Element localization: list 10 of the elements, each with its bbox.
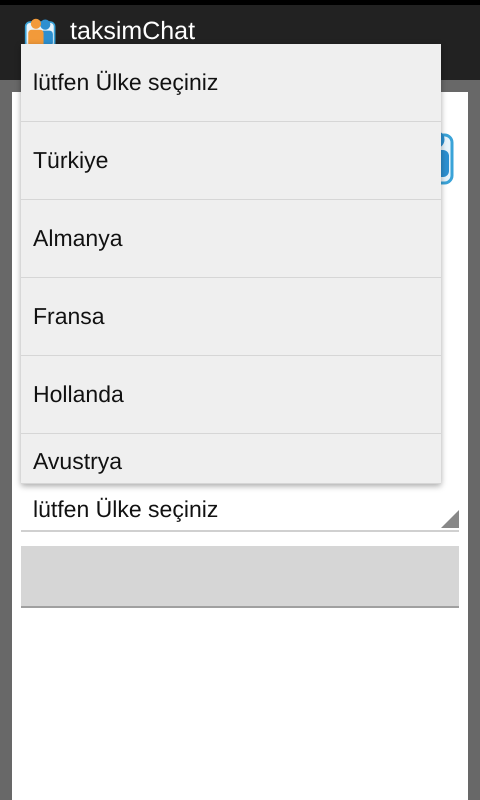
- corner-triangle-icon: [441, 510, 459, 528]
- dropdown-item[interactable]: Türkiye: [21, 122, 441, 200]
- dropdown-item[interactable]: Fransa: [21, 278, 441, 356]
- submit-button[interactable]: [21, 546, 459, 608]
- country-dropdown[interactable]: lütfen Ülke seçiniz: [21, 488, 459, 532]
- app-title: taksimChat: [70, 19, 196, 44]
- dropdown-item[interactable]: lütfen Ülke seçiniz: [21, 44, 441, 122]
- dropdown-item[interactable]: Avustrya: [21, 434, 441, 484]
- dropdown-item[interactable]: Hollanda: [21, 356, 441, 434]
- dropdown-item[interactable]: Almanya: [21, 200, 441, 278]
